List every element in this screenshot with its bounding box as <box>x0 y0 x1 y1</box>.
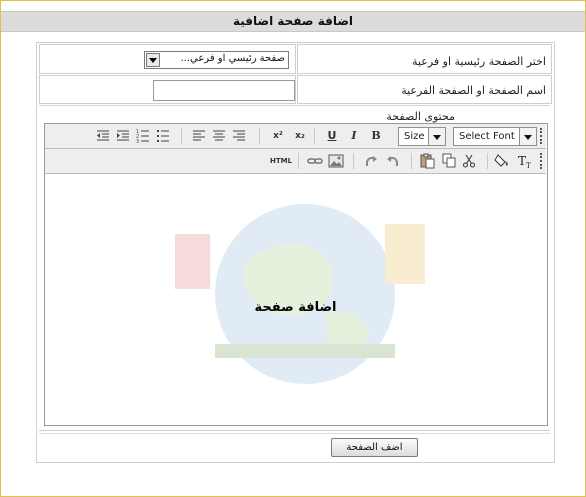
underline-button[interactable]: U <box>324 128 340 144</box>
toolbar-separator <box>181 128 182 144</box>
chevron-down-icon[interactable] <box>519 128 536 145</box>
subscript-button[interactable]: x₂ <box>292 128 308 144</box>
size-select[interactable]: Size <box>398 127 446 146</box>
parent-label: اختر الصفحة رئيسية او فرعية <box>412 55 546 68</box>
divider <box>39 430 550 431</box>
toolbar-separator <box>314 128 315 144</box>
chevron-down-icon[interactable] <box>428 128 445 145</box>
italic-button[interactable]: I <box>346 128 362 144</box>
outdent-icon[interactable] <box>96 129 110 143</box>
divider <box>39 105 550 106</box>
toolbar-separator <box>411 153 412 169</box>
unordered-list-icon[interactable] <box>156 129 170 143</box>
name-label: اسم الصفحة او الصفحة الفرعية <box>401 84 546 97</box>
page-title: اضافة صفحة اضافية <box>1 11 585 32</box>
divider <box>39 433 550 434</box>
cut-icon[interactable] <box>462 154 476 168</box>
parent-select[interactable]: صفحة رئيسي او فرعي... <box>144 51 289 69</box>
svg-text:T: T <box>526 162 531 169</box>
content-label: محتوى الصفحة <box>386 110 455 123</box>
paste-icon[interactable] <box>420 153 436 169</box>
redo-icon[interactable] <box>364 154 378 168</box>
align-center-icon[interactable] <box>212 129 226 143</box>
toolbar-separator <box>259 128 260 144</box>
text-color-icon[interactable]: T T <box>517 153 535 169</box>
copy-icon[interactable] <box>442 153 457 168</box>
image-icon[interactable] <box>328 153 344 169</box>
svg-text:3: 3 <box>136 139 139 143</box>
toolbar-separator <box>487 153 488 169</box>
chevron-down-icon[interactable] <box>146 53 160 67</box>
toolbar-separator <box>298 153 299 169</box>
page-name-input[interactable] <box>153 80 295 101</box>
toolbar-separator <box>353 153 354 169</box>
html-source-button[interactable]: HTML <box>269 153 293 169</box>
editor-toolbar-formatting: Select Font Size B I U x₂ x² 123 <box>45 124 546 149</box>
editor-content-area[interactable]: اضافة صفحة <box>45 174 546 424</box>
indent-icon[interactable] <box>116 129 130 143</box>
add-page-button[interactable]: اضف الصفحة <box>331 438 418 457</box>
align-left-icon[interactable] <box>192 129 206 143</box>
superscript-button[interactable]: x² <box>270 128 286 144</box>
background-color-icon[interactable] <box>494 153 512 169</box>
watermark-logo <box>175 204 425 384</box>
toolbar-grip[interactable] <box>540 128 544 144</box>
svg-text:T: T <box>518 154 526 168</box>
parent-select-value: صفحة رئيسي او فرعي... <box>180 53 285 64</box>
bold-button[interactable]: B <box>368 128 384 144</box>
toolbar-grip[interactable] <box>540 153 544 169</box>
ordered-list-icon[interactable]: 123 <box>136 129 150 143</box>
editor-toolbar-tools: T T HTML <box>45 149 546 174</box>
font-select-label: Select Font <box>459 131 515 142</box>
align-right-icon[interactable] <box>232 129 246 143</box>
font-select[interactable]: Select Font <box>453 127 537 146</box>
editor-content-text: اضافة صفحة <box>254 300 337 315</box>
link-icon[interactable] <box>307 154 323 168</box>
undo-icon[interactable] <box>386 154 400 168</box>
size-select-label: Size <box>404 131 425 142</box>
